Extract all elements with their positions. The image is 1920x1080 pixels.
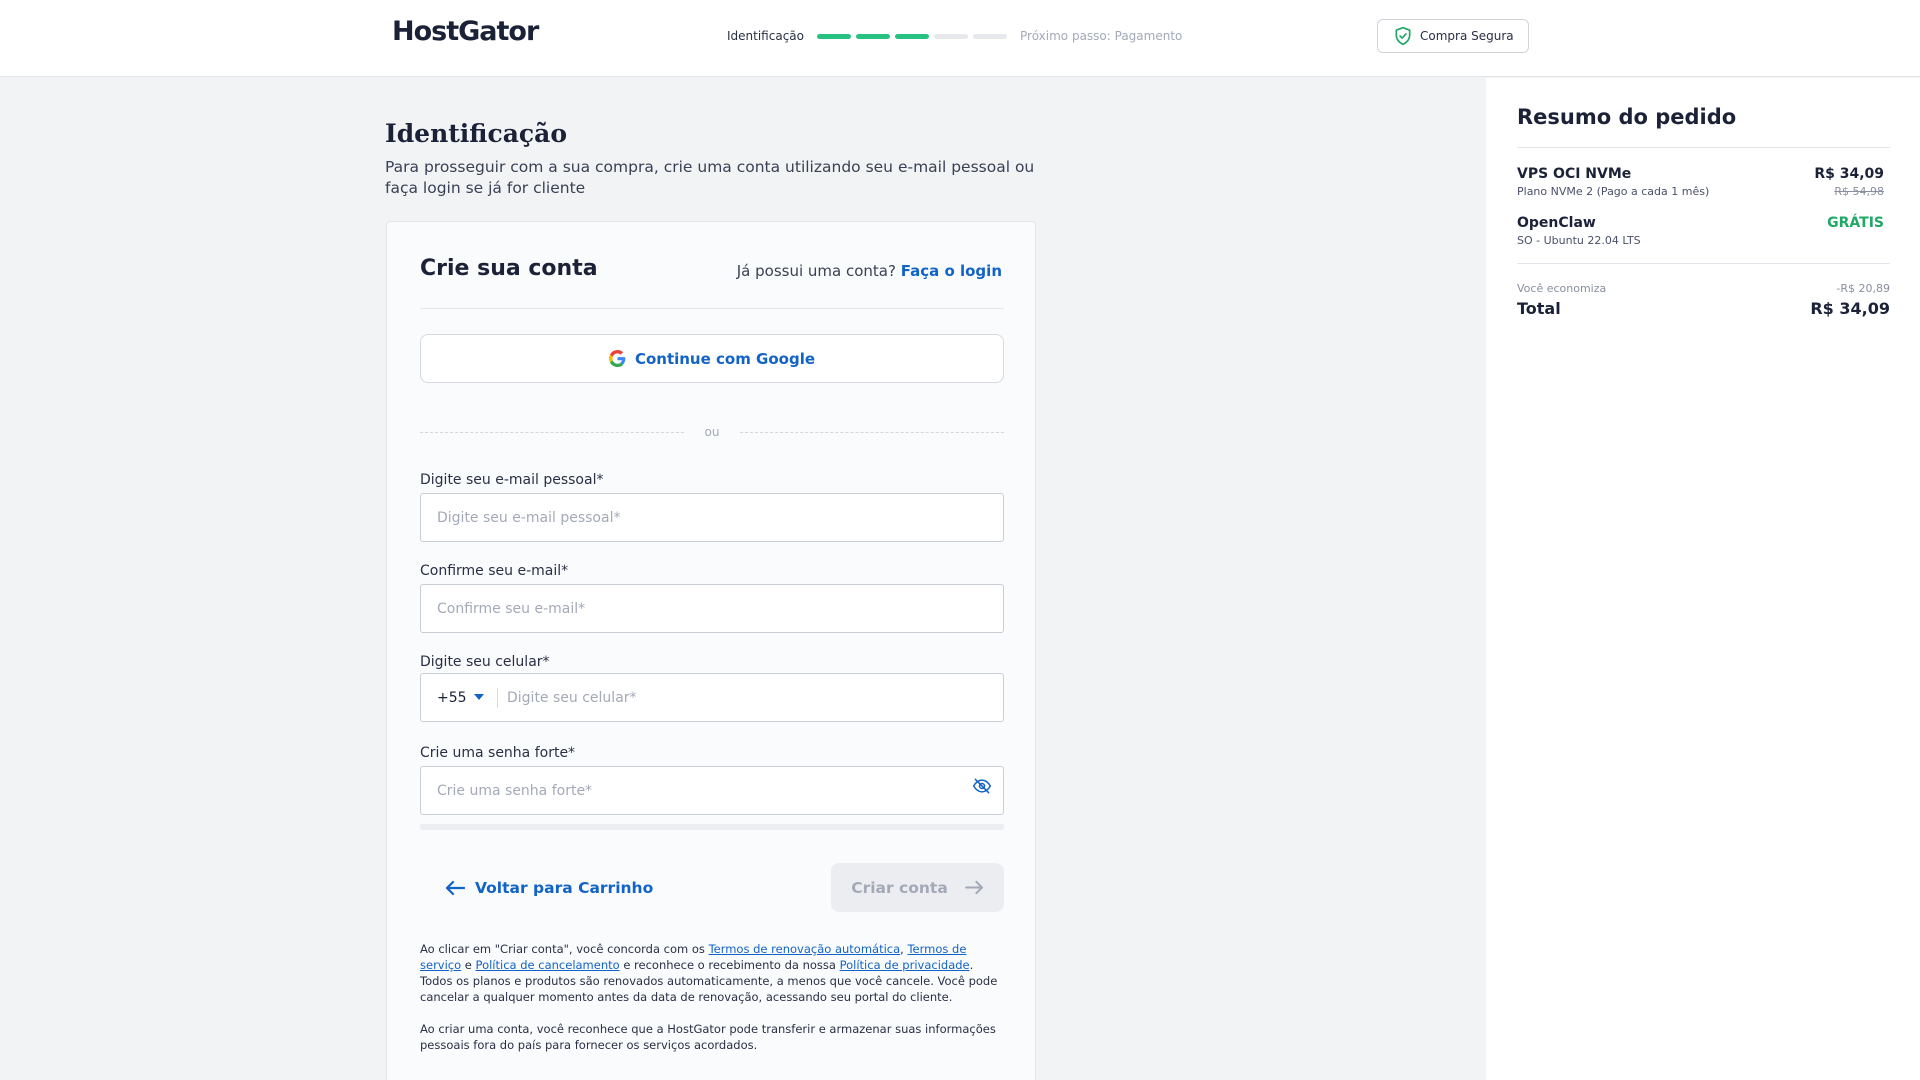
email-confirm-field[interactable] <box>420 584 1004 633</box>
progress-segment <box>817 33 851 39</box>
summary-title: Resumo do pedido <box>1517 105 1737 129</box>
country-code-select[interactable]: +55 <box>437 690 467 706</box>
item-description: SO - Ubuntu 22.04 LTS <box>1517 234 1641 247</box>
phone-separator <box>497 688 498 708</box>
page-subtitle: Para prosseguir com a sua compra, crie u… <box>385 158 1035 197</box>
login-prompt: Já possui uma conta? Faça o login <box>737 262 1002 280</box>
progress-segment <box>934 33 968 39</box>
create-account-card: Crie sua conta Já possui uma conta? Faça… <box>386 221 1036 1080</box>
legal-paragraph: Ao clicar em "Criar conta", você concord… <box>420 941 1004 1005</box>
phone-field[interactable] <box>501 675 1001 720</box>
total-row: Total R$ 34,09 <box>1517 299 1890 318</box>
legal-text: Ao clicar em "Criar conta", você concord… <box>420 942 709 956</box>
login-prompt-text: Já possui uma conta? <box>736 262 896 280</box>
google-icon <box>608 350 626 367</box>
cancellation-policy-link[interactable]: Política de cancelamento <box>476 958 620 972</box>
arrow-left-icon <box>445 880 465 896</box>
order-summary-panel: Resumo do pedido VPS OCI NVMe Plano NVMe… <box>1486 78 1920 1080</box>
card-title: Crie sua conta <box>420 256 598 281</box>
google-signin-button[interactable]: Continue com Google <box>420 334 1004 383</box>
eye-off-icon[interactable] <box>972 776 992 796</box>
legal-text: e reconhece o recebimento da nossa <box>619 958 840 972</box>
or-divider: ou <box>420 425 1004 439</box>
privacy-policy-link[interactable]: Política de privacidade <box>840 958 970 972</box>
total-value: R$ 34,09 <box>1810 299 1890 318</box>
item-old-price: R$ 54,98 <box>1834 185 1884 198</box>
email-field[interactable] <box>420 493 1004 542</box>
phone-field-wrapper: +55 <box>420 673 1004 722</box>
item-description: Plano NVMe 2 (Pago a cada 1 mês) <box>1517 185 1710 198</box>
legal-notice: Ao clicar em "Criar conta", você concord… <box>420 941 1004 1053</box>
create-account-button[interactable]: Criar conta <box>831 863 1004 912</box>
progress-segment <box>973 33 1007 39</box>
savings-value: -R$ 20,89 <box>1836 282 1890 295</box>
savings-label: Você economiza <box>1517 282 1607 295</box>
savings-row: Você economiza -R$ 20,89 <box>1517 282 1890 295</box>
divider-dash <box>740 432 1004 433</box>
summary-item: VPS OCI NVMe Plano NVMe 2 (Pago a cada 1… <box>1517 166 1884 198</box>
create-button-label: Criar conta <box>851 878 948 897</box>
progress-next-label: Próximo passo: Pagamento <box>1020 29 1183 43</box>
password-strength-bar <box>420 824 1004 830</box>
progress-segment <box>895 33 929 39</box>
shield-check-icon <box>1395 26 1411 46</box>
password-label: Crie uma senha forte* <box>420 745 576 761</box>
progress-current-label: Identificação <box>727 29 804 43</box>
renewal-terms-link[interactable]: Termos de renovação automática <box>709 942 901 956</box>
google-button-label: Continue com Google <box>634 349 816 368</box>
login-link[interactable]: Faça o login <box>901 262 1002 280</box>
summary-divider <box>1517 263 1890 264</box>
legal-paragraph-2: Ao criar uma conta, você reconhece que a… <box>420 1022 996 1052</box>
hostgator-logo[interactable]: HostGator <box>392 16 539 47</box>
email-label: Digite seu e-mail pessoal* <box>420 472 604 488</box>
progress-segment <box>856 33 890 39</box>
chevron-down-icon[interactable] <box>474 694 484 700</box>
legal-text: e <box>461 958 476 972</box>
summary-item: OpenClaw SO - Ubuntu 22.04 LTS GRÁTIS <box>1517 215 1884 247</box>
checkout-progress: Identificação Próximo passo: Pagamento <box>727 28 1182 44</box>
secure-purchase-badge: Compra Segura <box>1377 19 1529 53</box>
card-divider <box>420 308 1004 309</box>
arrow-right-icon <box>964 880 983 895</box>
password-field[interactable] <box>420 766 1004 815</box>
secure-badge-label: Compra Segura <box>1420 29 1514 43</box>
item-price: R$ 34,09 <box>1814 166 1884 182</box>
back-to-cart-button[interactable]: Voltar para Carrinho <box>445 876 653 900</box>
total-label: Total <box>1517 299 1561 318</box>
top-header: HostGator Identificação Próximo passo: P… <box>0 0 1920 77</box>
item-price-free: GRÁTIS <box>1827 215 1884 231</box>
phone-label: Digite seu celular* <box>420 654 550 670</box>
page-title: Identificação <box>385 119 567 148</box>
summary-divider <box>1517 147 1890 148</box>
email-confirm-label: Confirme seu e-mail* <box>420 563 569 579</box>
back-button-label: Voltar para Carrinho <box>475 879 654 897</box>
